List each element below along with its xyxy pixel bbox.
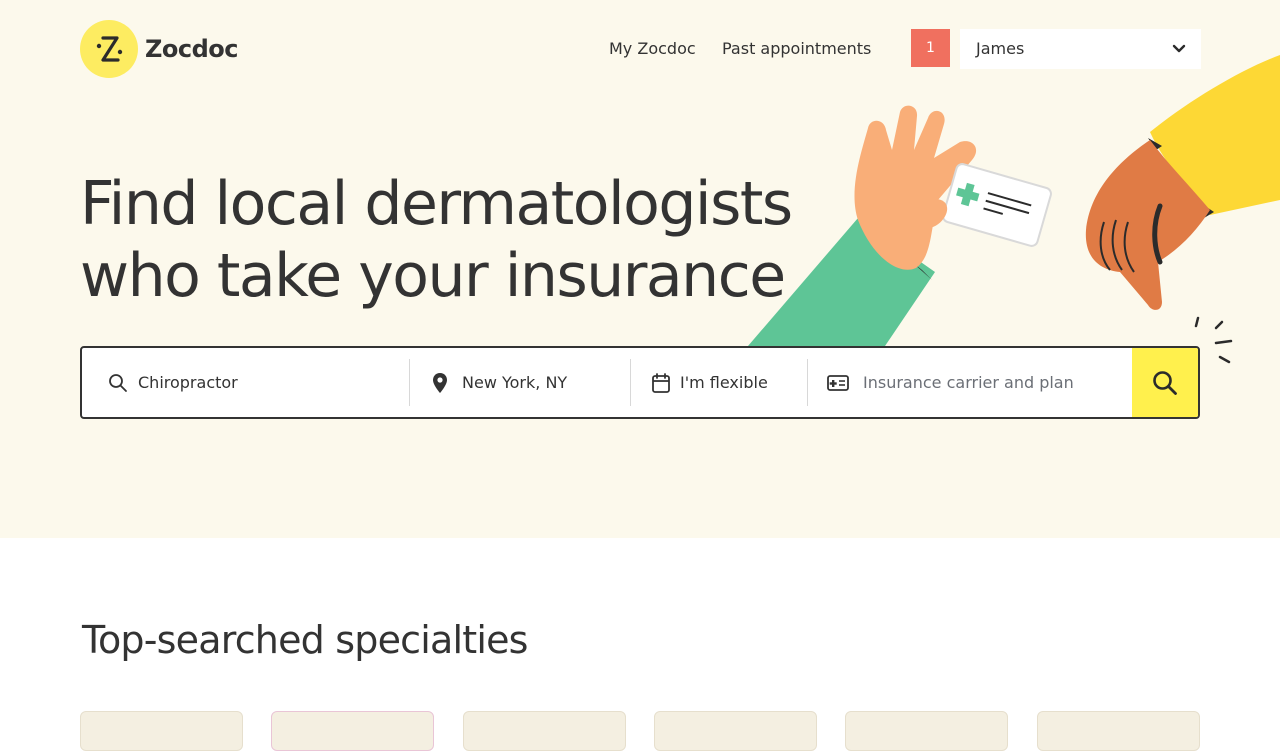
hero-headline: Find local dermatologists who take your …	[80, 168, 793, 312]
nav-past-appointments[interactable]: Past appointments	[722, 38, 871, 60]
field-divider	[409, 359, 410, 406]
top-searched-specialties-title: Top-searched specialties	[82, 618, 528, 662]
hero-section: Zocdoc My Zocdoc Past appointments 1 Jam…	[0, 0, 1280, 538]
date-value[interactable]: I'm flexible	[680, 373, 768, 392]
insurance-placeholder[interactable]: Insurance carrier and plan	[863, 373, 1074, 392]
headline-line-2: who take your insurance	[80, 241, 786, 311]
user-name: James	[976, 39, 1025, 58]
search-submit-button[interactable]	[1132, 348, 1198, 417]
notification-badge[interactable]: 1	[911, 29, 950, 67]
pointing-hand-shape	[1085, 140, 1210, 310]
tap-mark	[1214, 339, 1233, 345]
date-field[interactable]: I'm flexible	[652, 348, 802, 417]
tap-mark	[1194, 316, 1200, 328]
hand-shape	[854, 105, 977, 270]
search-icon	[108, 373, 128, 393]
search-bar: Chiropractor New York, NY I'm flexible I…	[80, 346, 1200, 419]
yellow-sleeve-shape	[1150, 55, 1280, 215]
specialty-value[interactable]: Chiropractor	[138, 373, 238, 392]
nav-my-zocdoc[interactable]: My Zocdoc	[609, 38, 696, 60]
zocdoc-logo[interactable]	[80, 20, 138, 78]
chevron-down-icon	[1172, 44, 1186, 53]
insurance-field[interactable]: Insurance carrier and plan	[827, 348, 1127, 417]
zocdoc-logo-icon	[96, 36, 123, 62]
insurance-card-icon	[827, 374, 849, 391]
insurance-card-illustration	[942, 163, 1052, 247]
field-divider	[807, 359, 808, 406]
search-icon	[1153, 370, 1177, 395]
zocdoc-wordmark[interactable]: Zocdoc	[145, 34, 239, 64]
specialty-card[interactable]	[463, 711, 626, 751]
location-pin-icon	[432, 372, 448, 394]
tap-mark	[1218, 355, 1231, 364]
tap-mark	[1214, 320, 1224, 330]
location-value[interactable]: New York, NY	[462, 373, 567, 392]
specialty-card[interactable]	[80, 711, 243, 751]
headline-line-1: Find local dermatologists	[80, 169, 793, 239]
user-menu[interactable]: James	[960, 29, 1201, 69]
location-field[interactable]: New York, NY	[432, 348, 627, 417]
specialty-card[interactable]	[845, 711, 1008, 751]
specialty-card[interactable]	[271, 711, 434, 751]
specialty-card[interactable]	[1037, 711, 1200, 751]
user-menu-toggle[interactable]	[1157, 29, 1201, 69]
calendar-icon	[652, 372, 670, 393]
field-divider	[630, 359, 631, 406]
specialty-field[interactable]: Chiropractor	[108, 348, 408, 417]
specialty-card[interactable]	[654, 711, 817, 751]
